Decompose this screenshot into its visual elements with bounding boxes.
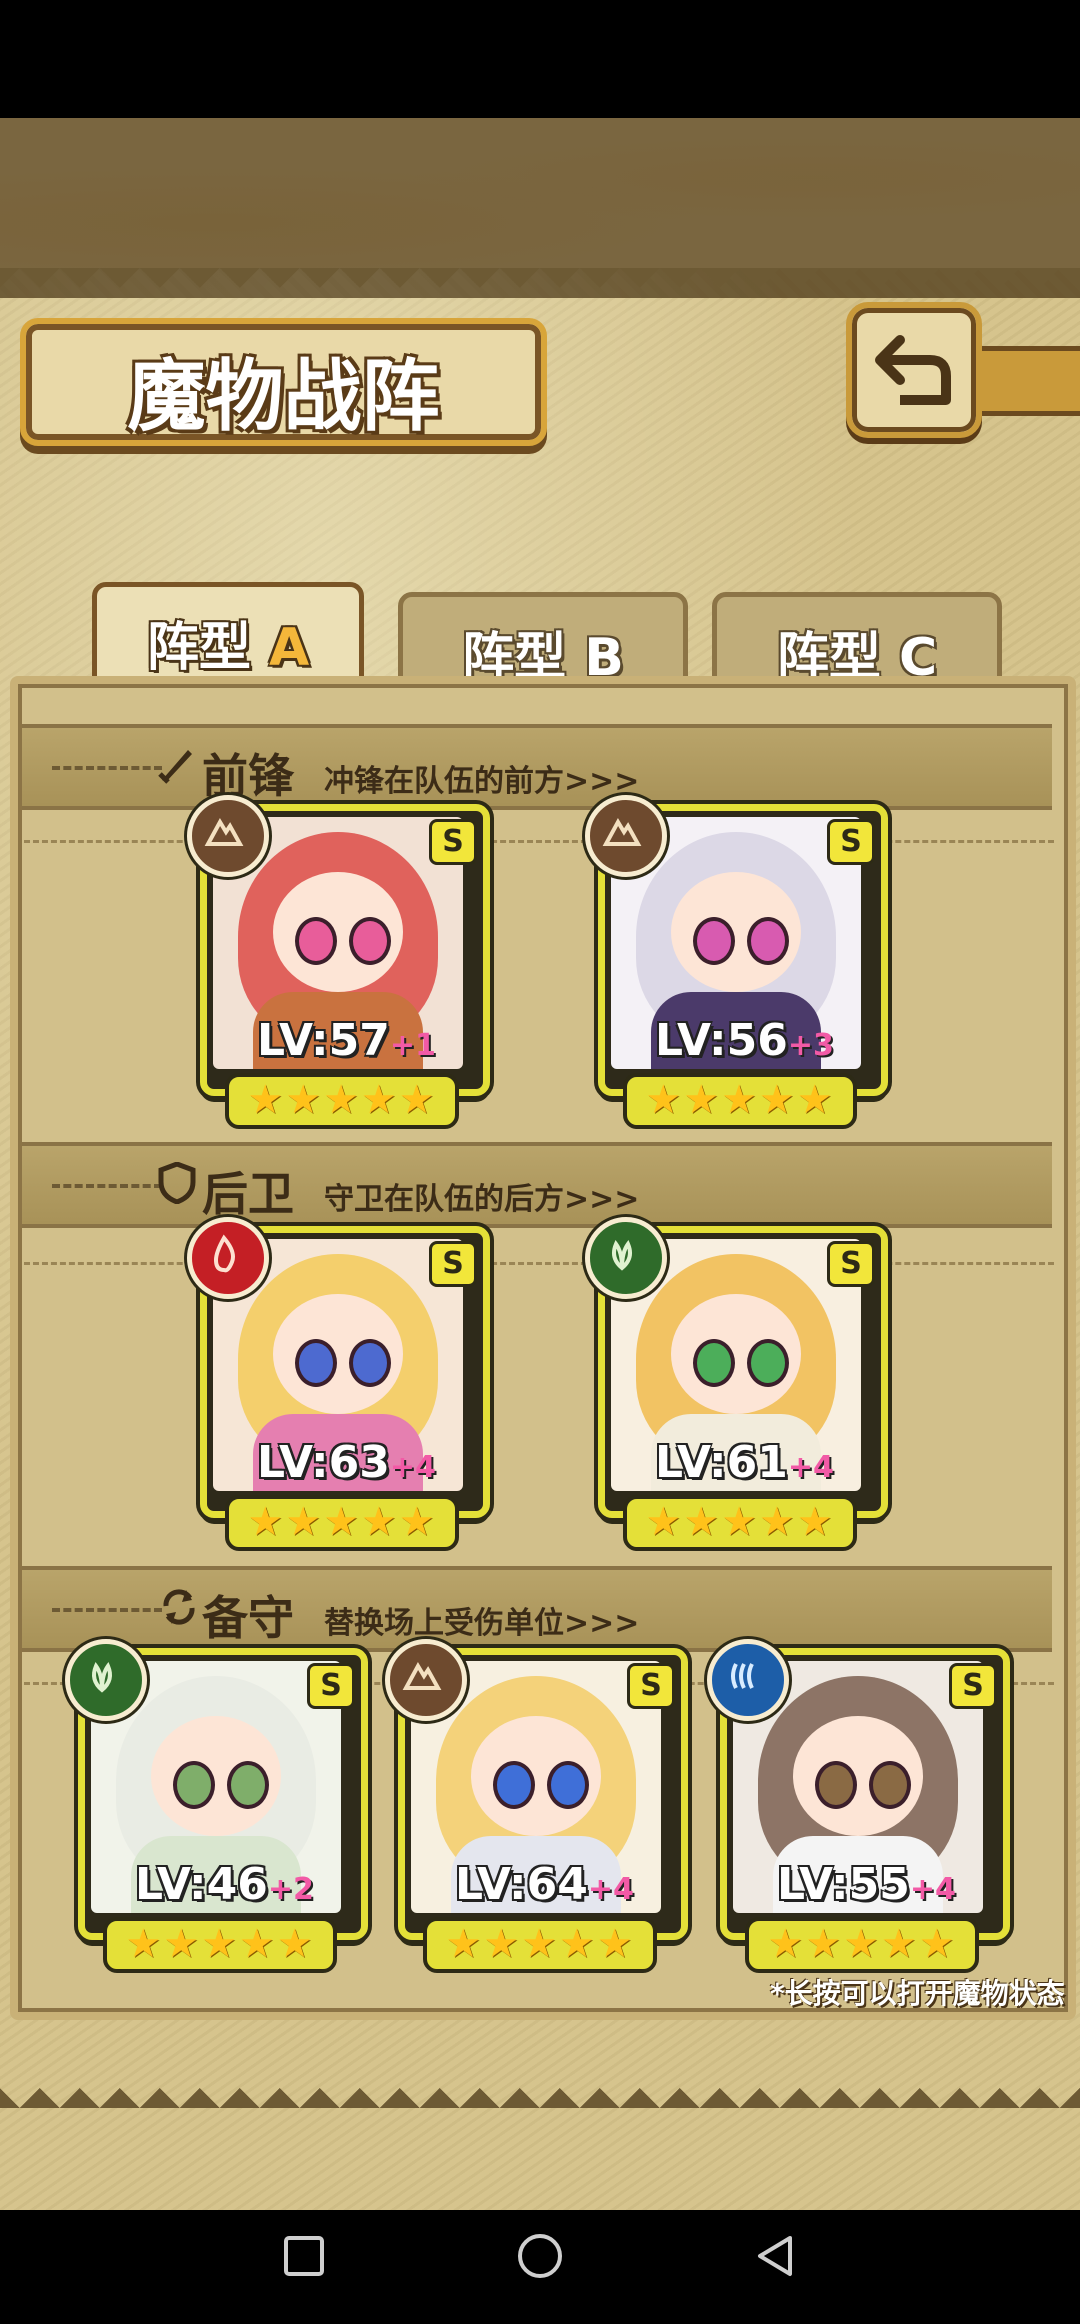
earth-element-icon	[585, 795, 667, 877]
triangle-back-icon[interactable]	[752, 2234, 800, 2282]
world-map-strip	[0, 118, 1080, 268]
page-title: 魔物战阵	[127, 351, 440, 442]
monster-level-bonus: +4	[787, 1450, 834, 1485]
rank-badge: S	[429, 1241, 477, 1287]
section-reserve-header: 备守 替换场上受伤单位>>>	[22, 1566, 1052, 1652]
monster-level: LV:46	[135, 1859, 268, 1910]
star-rating: ★★★★★	[623, 1073, 857, 1129]
section-front-header: 前锋 冲锋在队伍的前方>>>	[22, 724, 1052, 810]
rank-badge: S	[627, 1663, 675, 1709]
monster-level-bonus: +4	[909, 1872, 956, 1907]
water-element-icon	[707, 1639, 789, 1721]
monster-card[interactable]: S LV:63+4 ★★★★★	[187, 1217, 490, 1551]
star-rating: ★★★★★	[423, 1917, 657, 1973]
monster-level-bonus: +1	[389, 1028, 436, 1063]
swap-icon	[163, 1589, 195, 1625]
status-bar	[0, 0, 1080, 118]
monster-level: LV:64	[455, 1859, 588, 1910]
wood-element-icon	[65, 1639, 147, 1721]
back-button[interactable]	[846, 302, 982, 438]
star-rating: ★★★★★	[103, 1917, 337, 1973]
star-rating: ★★★★★	[225, 1495, 459, 1551]
section-description: 冲锋在队伍的前方>>>	[324, 764, 640, 799]
long-press-hint: *长按可以打开魔物状态	[770, 1977, 1065, 2010]
monster-level-bonus: +4	[587, 1872, 634, 1907]
torn-edge-bottom	[0, 2068, 1080, 2108]
rank-badge: S	[827, 1241, 875, 1287]
return-arrow-icon	[875, 335, 951, 405]
navigation-bar	[0, 2210, 1080, 2324]
monster-card[interactable]: S LV:55+4 ★★★★★	[707, 1639, 1010, 1973]
monster-card[interactable]: S LV:56+3 ★★★★★	[585, 795, 888, 1129]
monster-level: LV:61	[655, 1437, 788, 1488]
monster-card[interactable]: S LV:57+1 ★★★★★	[187, 795, 490, 1129]
section-description: 替换场上受伤单位>>>	[324, 1606, 640, 1641]
earth-element-icon	[385, 1639, 467, 1721]
rank-badge: S	[307, 1663, 355, 1709]
section-description: 守卫在队伍的后方>>>	[324, 1182, 640, 1217]
rank-badge: S	[429, 819, 477, 865]
monster-level-bonus: +3	[787, 1028, 834, 1063]
monster-level-bonus: +2	[267, 1872, 314, 1907]
monster-level: LV:63	[257, 1437, 390, 1488]
monster-level-bonus: +4	[389, 1450, 436, 1485]
tab-label: 阵型	[146, 618, 251, 678]
monster-card[interactable]: S LV:64+4 ★★★★★	[385, 1639, 688, 1973]
section-title: 后卫	[202, 1167, 294, 1221]
monster-card[interactable]: S LV:61+4 ★★★★★	[585, 1217, 888, 1551]
circle-icon[interactable]	[514, 2234, 566, 2286]
monster-card[interactable]: S LV:46+2 ★★★★★	[65, 1639, 368, 1973]
square-icon[interactable]	[282, 2234, 326, 2278]
earth-element-icon	[187, 795, 269, 877]
star-rating: ★★★★★	[745, 1917, 979, 1973]
sword-icon	[158, 750, 192, 784]
section-title: 备守	[202, 1591, 294, 1645]
wood-element-icon	[585, 1217, 667, 1299]
fire-element-icon	[187, 1217, 269, 1299]
monster-level: LV:56	[655, 1015, 788, 1066]
rank-badge: S	[827, 819, 875, 865]
shield-icon	[158, 1162, 196, 1204]
tab-letter: A	[268, 618, 310, 678]
section-rear-header: 后卫 守卫在队伍的后方>>>	[22, 1142, 1052, 1228]
monster-level: LV:55	[777, 1859, 910, 1910]
monster-level: LV:57	[257, 1015, 390, 1066]
star-rating: ★★★★★	[623, 1495, 857, 1551]
rank-badge: S	[949, 1663, 997, 1709]
star-rating: ★★★★★	[225, 1073, 459, 1129]
title-banner: 魔物战阵	[20, 318, 547, 446]
